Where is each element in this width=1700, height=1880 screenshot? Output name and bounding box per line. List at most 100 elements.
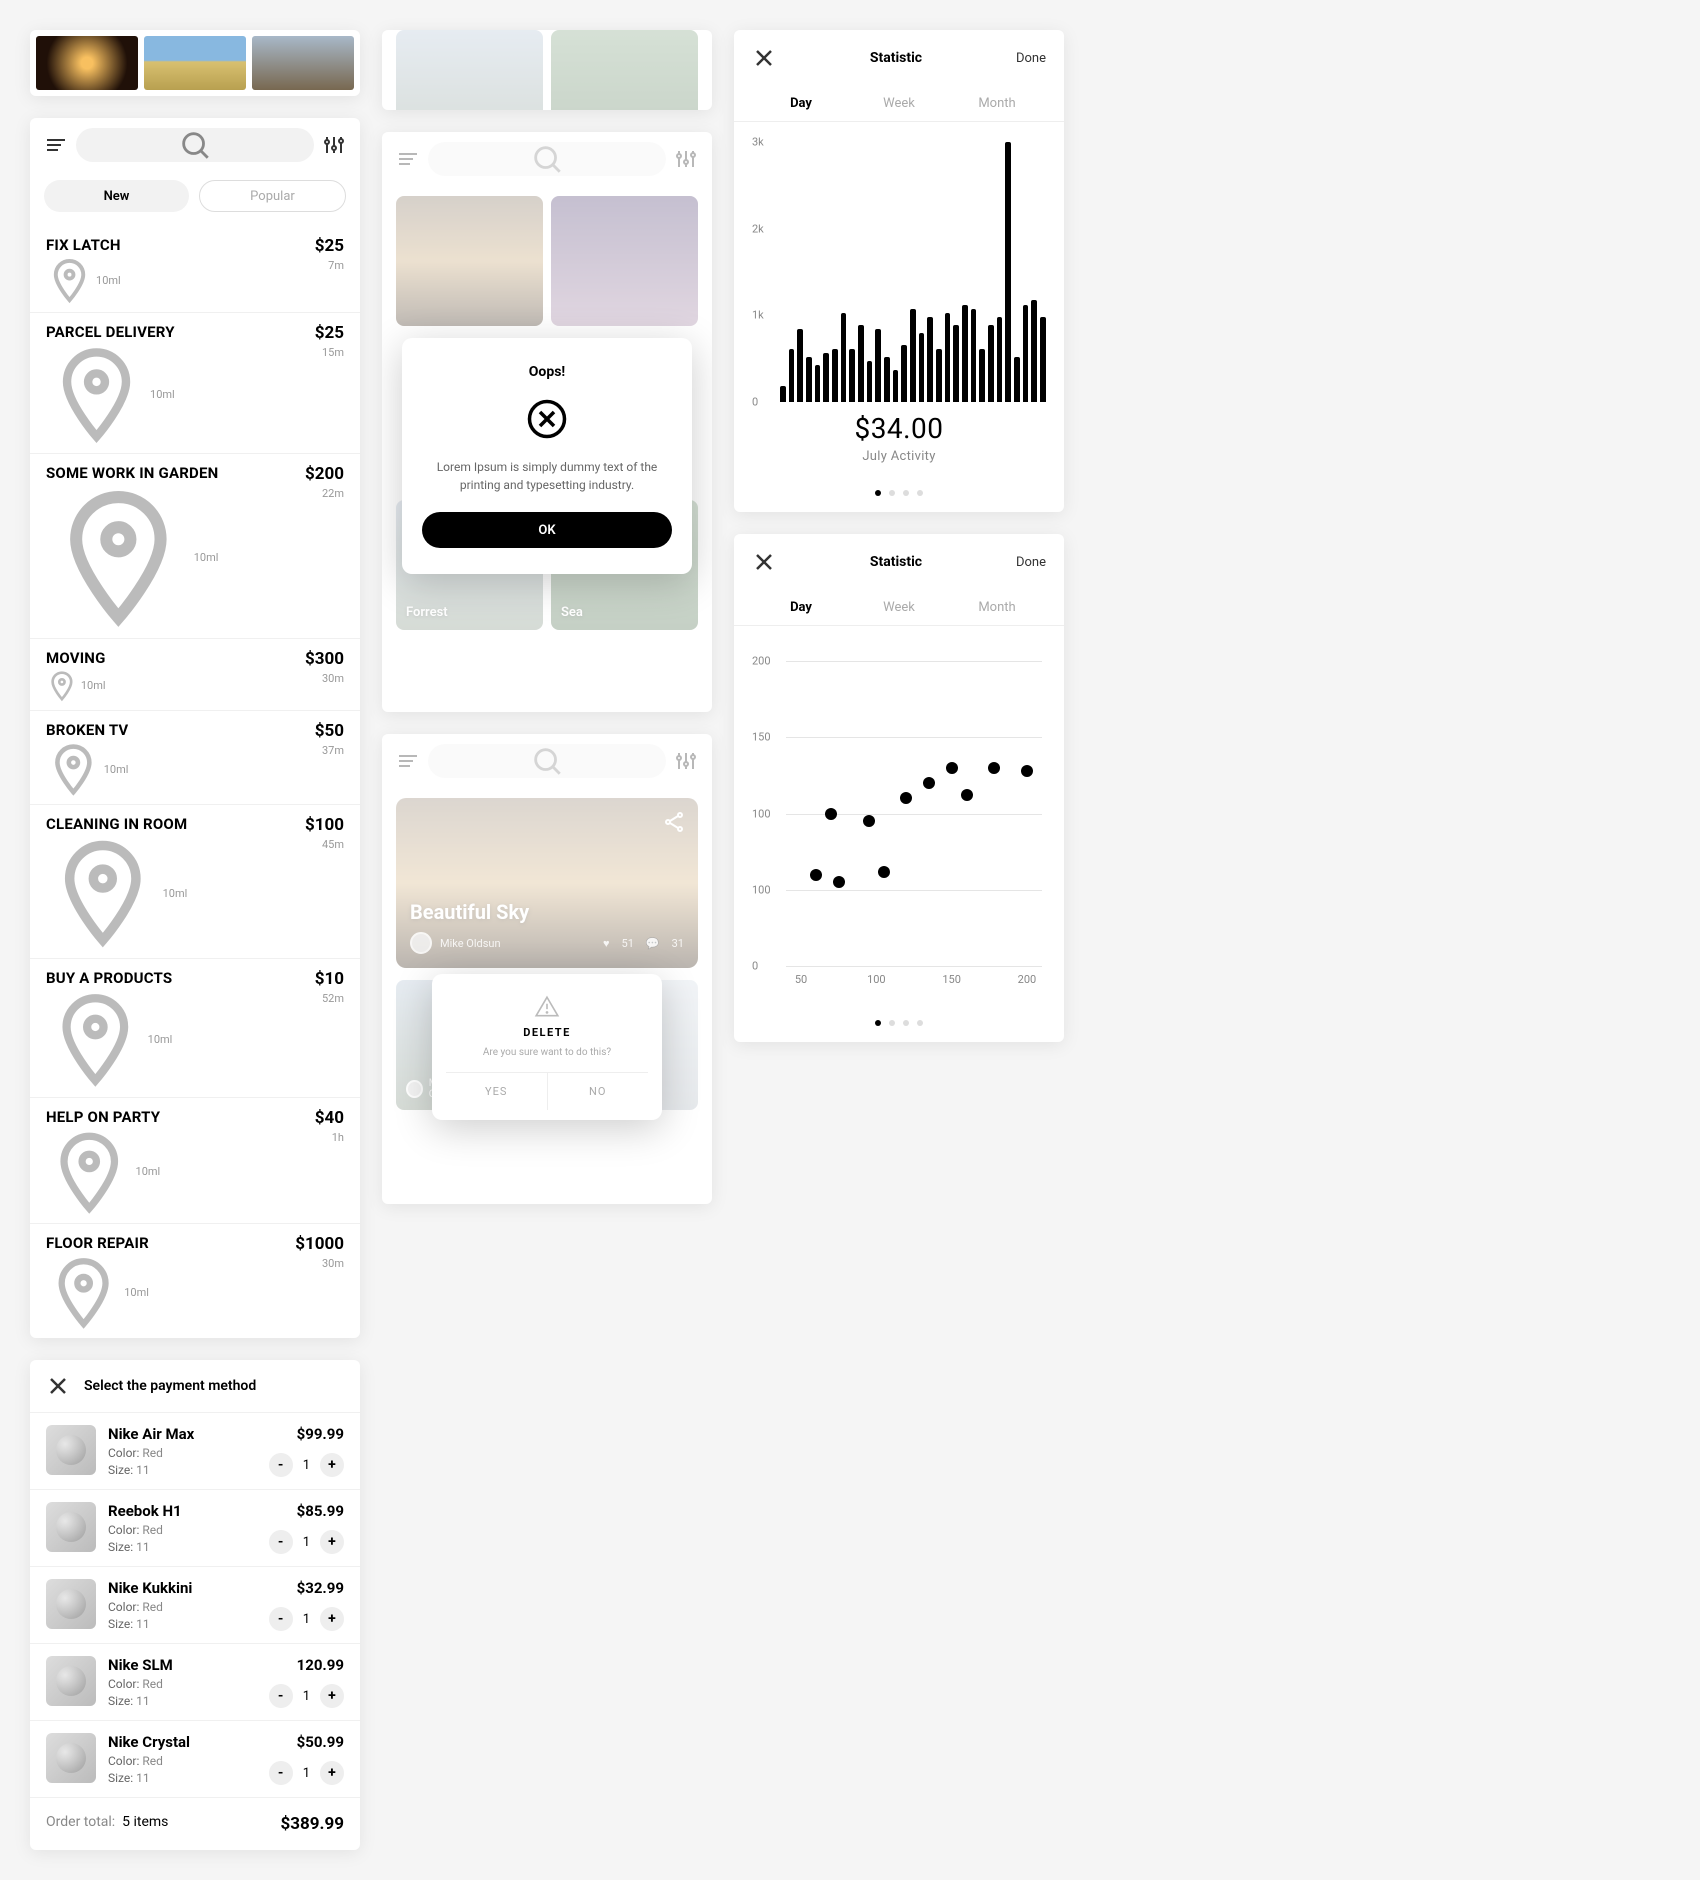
- gallery-card[interactable]: [396, 196, 543, 326]
- product-thumb: [46, 1502, 96, 1552]
- search-input[interactable]: [428, 744, 666, 778]
- task-time: 37m: [315, 744, 344, 757]
- qty-plus-button[interactable]: +: [320, 1684, 344, 1708]
- search-input[interactable]: [76, 128, 314, 162]
- tab-week[interactable]: Week: [850, 96, 948, 111]
- comment-icon: 💬: [646, 937, 660, 950]
- bar: [823, 353, 829, 402]
- modal-title: Oops!: [422, 364, 672, 380]
- qty-plus-button[interactable]: +: [320, 1761, 344, 1785]
- task-distance: 10ml: [46, 1255, 149, 1330]
- task-distance: 10ml: [46, 742, 128, 797]
- task-row[interactable]: FLOOR REPAIR 10ml $1000 30m: [30, 1223, 360, 1338]
- close-icon[interactable]: [752, 46, 776, 70]
- order-count: 5 items: [122, 1814, 168, 1830]
- product-color: Color: Red: [108, 1600, 257, 1614]
- author: Mike Oldsun: [440, 937, 501, 950]
- scatter-point: [878, 866, 890, 878]
- amount: $34.00: [752, 412, 1046, 445]
- tab-new[interactable]: New: [44, 180, 189, 212]
- search-input[interactable]: [428, 142, 666, 176]
- task-row[interactable]: MOVING 10ml $300 30m: [30, 638, 360, 710]
- bar: [979, 349, 985, 402]
- tab-day[interactable]: Day: [752, 96, 850, 111]
- task-row[interactable]: FIX LATCH 10ml $25 7m: [30, 226, 360, 312]
- menu-icon[interactable]: [44, 133, 68, 157]
- bar: [1014, 357, 1020, 402]
- task-row[interactable]: CLEANING IN ROOM 10ml $100 45m: [30, 804, 360, 958]
- qty-plus-button[interactable]: +: [320, 1453, 344, 1477]
- yes-button[interactable]: YES: [446, 1073, 548, 1110]
- product-name: Reebok H1: [108, 1502, 257, 1520]
- thumb-landscape[interactable]: [144, 36, 246, 90]
- share-icon[interactable]: [662, 810, 686, 834]
- feed-card[interactable]: Beautiful Sky Mike Oldsun ♥51 💬31: [396, 798, 698, 968]
- task-distance: 10ml: [46, 836, 187, 950]
- task-distance: 10ml: [46, 485, 218, 630]
- filter-icon[interactable]: [674, 147, 698, 171]
- qty-minus-button[interactable]: -: [269, 1530, 293, 1554]
- qty-plus-button[interactable]: +: [320, 1530, 344, 1554]
- task-row[interactable]: HELP ON PARTY 10ml $40 1h: [30, 1097, 360, 1224]
- qty-minus-button[interactable]: -: [269, 1684, 293, 1708]
- task-time: 22m: [305, 487, 344, 500]
- task-time: 1h: [315, 1131, 344, 1144]
- bar: [971, 309, 977, 402]
- qty-minus-button[interactable]: -: [269, 1607, 293, 1631]
- qty-plus-button[interactable]: +: [320, 1607, 344, 1631]
- tab-day[interactable]: Day: [752, 600, 850, 615]
- done-button[interactable]: Done: [1016, 51, 1046, 66]
- feed-delete-screen: Beautiful Sky Mike Oldsun ♥51 💬31: [382, 734, 712, 1204]
- tab-week[interactable]: Week: [850, 600, 948, 615]
- task-row[interactable]: BUY A PRODUCTS 10ml $10 52m: [30, 958, 360, 1097]
- filter-icon[interactable]: [674, 749, 698, 773]
- cart-item: Nike Crystal Color: Red Size: 11 $50.99 …: [30, 1721, 360, 1798]
- tab-month[interactable]: Month: [948, 96, 1046, 111]
- thumb-rocks[interactable]: [252, 36, 354, 90]
- task-title: PARCEL DELIVERY: [46, 323, 175, 341]
- no-button[interactable]: NO: [548, 1073, 649, 1110]
- task-title: SOME WORK IN GARDEN: [46, 464, 218, 482]
- task-price: $50: [315, 721, 344, 741]
- thumb-bokeh[interactable]: [36, 36, 138, 90]
- bar: [988, 325, 994, 402]
- task-time: 15m: [315, 346, 344, 359]
- page-dots: [734, 474, 1064, 512]
- oops-modal: Oops! Lorem Ipsum is simply dummy text o…: [402, 338, 692, 574]
- task-price: $1000: [295, 1234, 344, 1254]
- task-price: $10: [315, 969, 344, 989]
- product-price: $50.99: [297, 1733, 344, 1751]
- ok-button[interactable]: OK: [422, 512, 672, 548]
- modal-body: Are you sure want to do this?: [446, 1045, 648, 1060]
- task-title: HELP ON PARTY: [46, 1108, 160, 1126]
- cart-screen: Select the payment method Nike Air Max C…: [30, 1360, 360, 1850]
- task-title: MOVING: [46, 649, 106, 667]
- statistic-bar-screen: Statistic Done Day Week Month 01k2k3k $3…: [734, 30, 1064, 512]
- scatter-point: [825, 808, 837, 820]
- close-icon[interactable]: [752, 550, 776, 574]
- filter-icon[interactable]: [322, 133, 346, 157]
- task-row[interactable]: SOME WORK IN GARDEN 10ml $200 22m: [30, 453, 360, 638]
- tab-month[interactable]: Month: [948, 600, 1046, 615]
- bar: [789, 349, 795, 402]
- task-row[interactable]: PARCEL DELIVERY 10ml $25 15m: [30, 312, 360, 453]
- product-color: Color: Red: [108, 1754, 257, 1768]
- page-title: Statistic: [870, 50, 922, 66]
- done-button[interactable]: Done: [1016, 555, 1046, 570]
- modal-body: Lorem Ipsum is simply dummy text of the …: [422, 458, 672, 494]
- page-title: Statistic: [870, 554, 922, 570]
- task-row[interactable]: BROKEN TV 10ml $50 37m: [30, 710, 360, 805]
- gallery-card[interactable]: [551, 196, 698, 326]
- tab-popular[interactable]: Popular: [199, 180, 346, 212]
- page-dots: [734, 1004, 1064, 1042]
- menu-icon[interactable]: [396, 749, 420, 773]
- product-color: Color: Red: [108, 1523, 257, 1537]
- task-title: BUY A PRODUCTS: [46, 969, 172, 987]
- qty-minus-button[interactable]: -: [269, 1453, 293, 1477]
- close-icon[interactable]: [46, 1374, 70, 1398]
- qty-minus-button[interactable]: -: [269, 1761, 293, 1785]
- task-list-screen: New Popular FIX LATCH 10ml $25 7mPARCEL …: [30, 118, 360, 1338]
- scatter-point: [946, 762, 958, 774]
- cart-title: Select the payment method: [84, 1378, 256, 1394]
- menu-icon[interactable]: [396, 147, 420, 171]
